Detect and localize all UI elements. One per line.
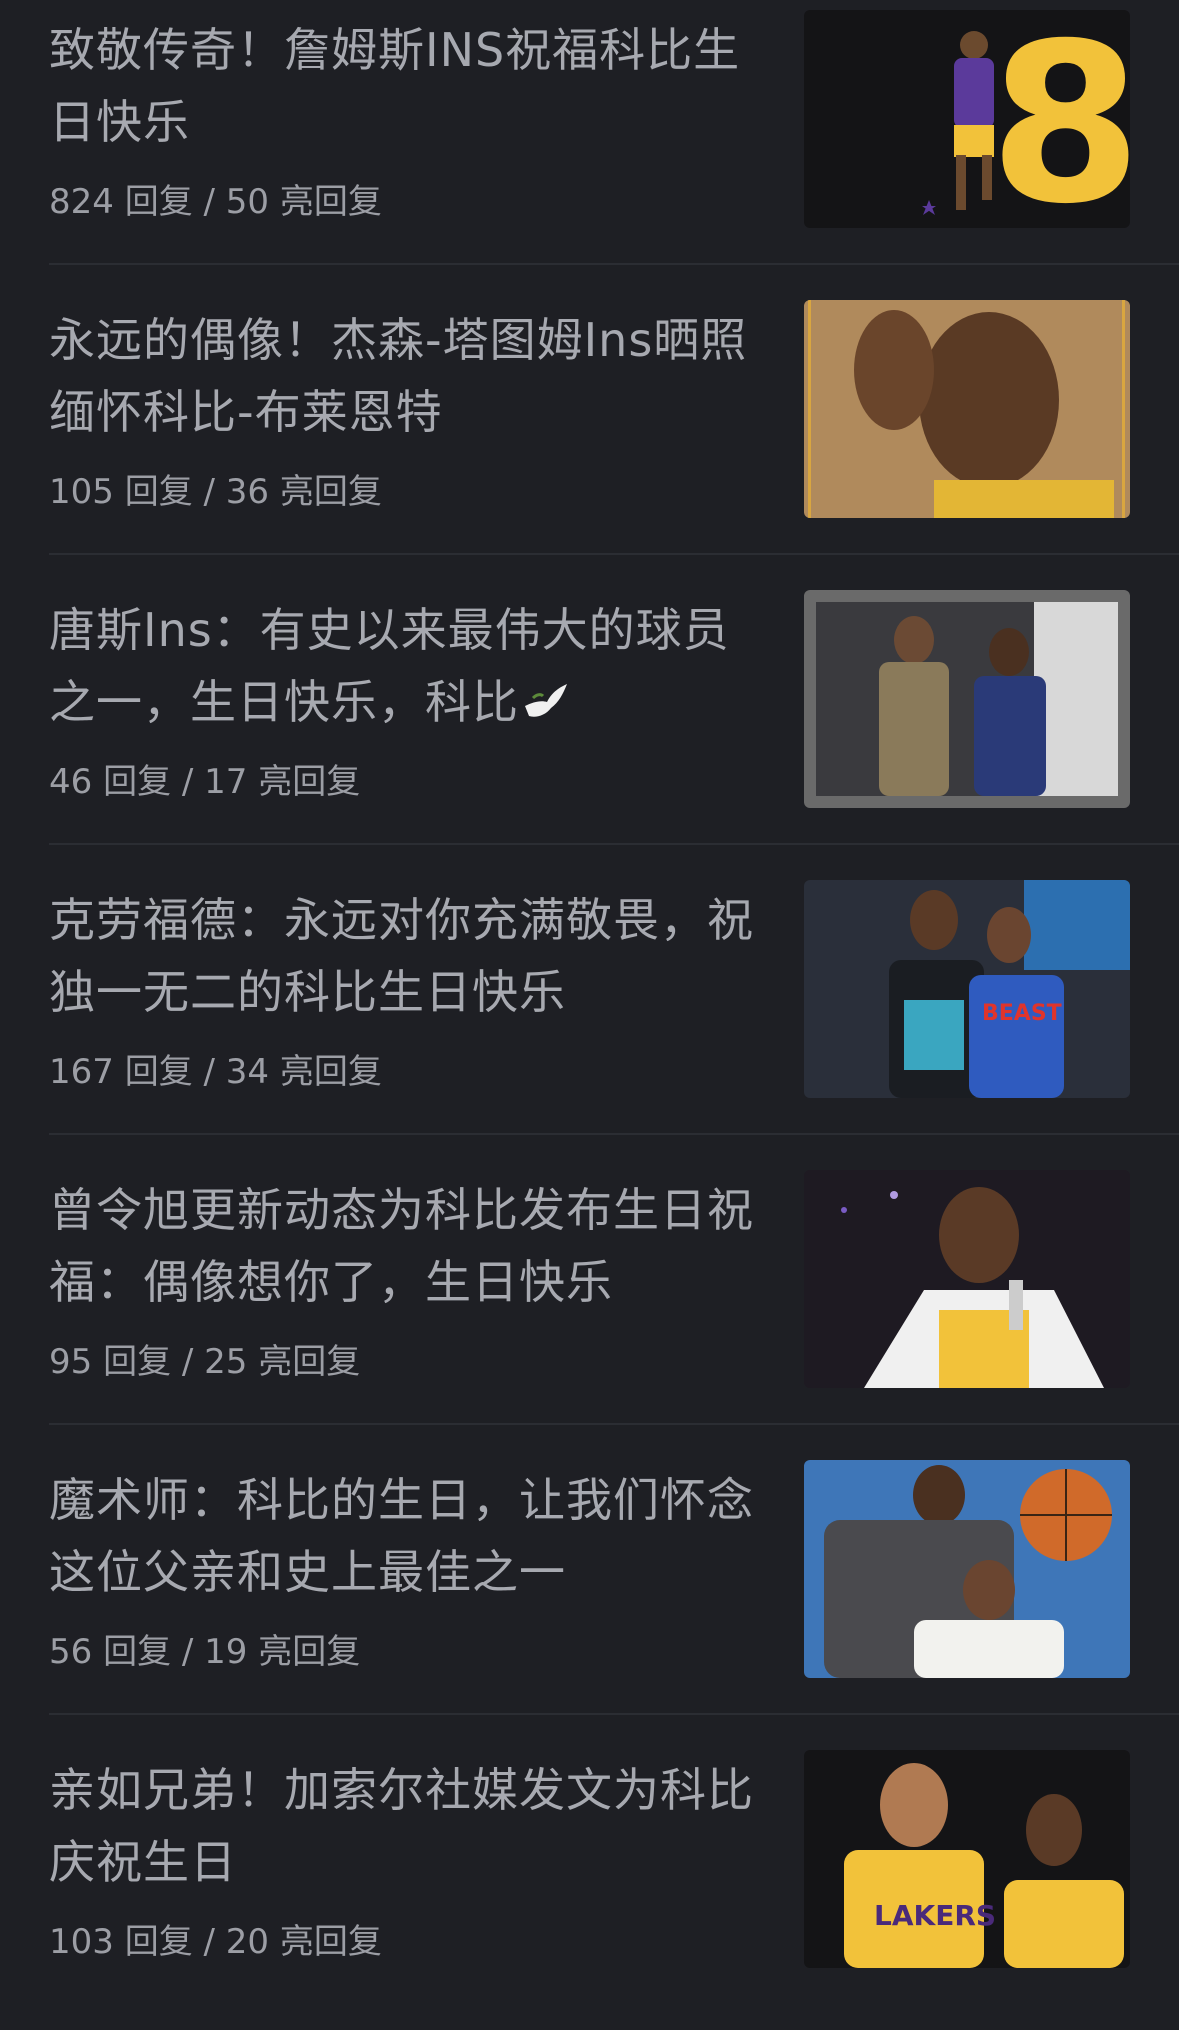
reply-count: 95 回复 / 25 亮回复 xyxy=(49,1342,361,1382)
divider xyxy=(49,263,1179,265)
divider xyxy=(49,1423,1179,1425)
divider xyxy=(49,1133,1179,1135)
svg-text:BEAST: BEAST xyxy=(982,1001,1062,1026)
reply-count: 46 回复 / 17 亮回复 xyxy=(49,762,361,802)
towns-and-kobe-photo[interactable] xyxy=(804,590,1130,808)
kobe-and-crawford-photo[interactable]: BEAST xyxy=(804,880,1130,1098)
reply-count: 56 回复 / 19 亮回复 xyxy=(49,1632,361,1672)
kobe-speech-photo[interactable] xyxy=(804,1170,1130,1388)
news-title[interactable]: 亲如兄弟！加索尔社媒发文为科比庆祝生日 xyxy=(49,1754,769,1898)
divider xyxy=(49,553,1179,555)
gasol-and-kobe-photo[interactable]: LAKERS xyxy=(804,1750,1130,1968)
news-item-3[interactable]: 唐斯Ins：有史以来最伟大的球员之一，生日快乐，科比 46 回复 / 17 亮回… xyxy=(0,580,1179,870)
news-item-2[interactable]: 永远的偶像！杰森-塔图姆Ins晒照缅怀科比-布莱恩特 105 回复 / 36 亮… xyxy=(0,290,1179,580)
reply-count: 167 回复 / 34 亮回复 xyxy=(49,1052,382,1092)
divider xyxy=(49,843,1179,845)
reply-count: 824 回复 / 50 亮回复 xyxy=(49,182,382,222)
news-item-4[interactable]: 克劳福德：永远对你充满敬畏，祝独一无二的科比生日快乐 167 回复 / 34 亮… xyxy=(0,870,1179,1160)
news-feed: 致敬传奇！詹姆斯INS祝福科比生日快乐 824 回复 / 50 亮回复 8 永远… xyxy=(0,0,1179,2005)
news-title[interactable]: 魔术师：科比的生日，让我们怀念这位父亲和史上最佳之一 xyxy=(49,1464,769,1608)
reply-count: 105 回复 / 36 亮回复 xyxy=(49,472,382,512)
dove-icon xyxy=(525,684,567,717)
divider xyxy=(49,1713,1179,1715)
news-title-text: 唐斯Ins：有史以来最伟大的球员之一，生日快乐，科比 xyxy=(49,603,730,729)
news-title[interactable]: 致敬传奇！詹姆斯INS祝福科比生日快乐 xyxy=(49,14,769,158)
kobe-portrait-image[interactable] xyxy=(804,300,1130,518)
svg-text:LAKERS: LAKERS xyxy=(874,1899,996,1932)
news-title[interactable]: 永远的偶像！杰森-塔图姆Ins晒照缅怀科比-布莱恩特 xyxy=(49,304,769,448)
news-title[interactable]: 曾令旭更新动态为科比发布生日祝福：偶像想你了，生日快乐 xyxy=(49,1174,769,1318)
kobe-number-8-image[interactable]: 8 xyxy=(804,10,1130,228)
news-item-7[interactable]: 亲如兄弟！加索尔社媒发文为科比庆祝生日 103 回复 / 20 亮回复 LAKE… xyxy=(0,1740,1179,2030)
news-item-5[interactable]: 曾令旭更新动态为科比发布生日祝福：偶像想你了，生日快乐 95 回复 / 25 亮… xyxy=(0,1160,1179,1450)
svg-text:8: 8 xyxy=(989,10,1130,228)
magic-and-kobe-photo[interactable] xyxy=(804,1460,1130,1678)
reply-count: 103 回复 / 20 亮回复 xyxy=(49,1922,382,1962)
news-item-1[interactable]: 致敬传奇！詹姆斯INS祝福科比生日快乐 824 回复 / 50 亮回复 8 xyxy=(0,0,1179,290)
news-item-6[interactable]: 魔术师：科比的生日，让我们怀念这位父亲和史上最佳之一 56 回复 / 19 亮回… xyxy=(0,1450,1179,1740)
news-title[interactable]: 克劳福德：永远对你充满敬畏，祝独一无二的科比生日快乐 xyxy=(49,884,769,1028)
news-title[interactable]: 唐斯Ins：有史以来最伟大的球员之一，生日快乐，科比 xyxy=(49,594,769,738)
